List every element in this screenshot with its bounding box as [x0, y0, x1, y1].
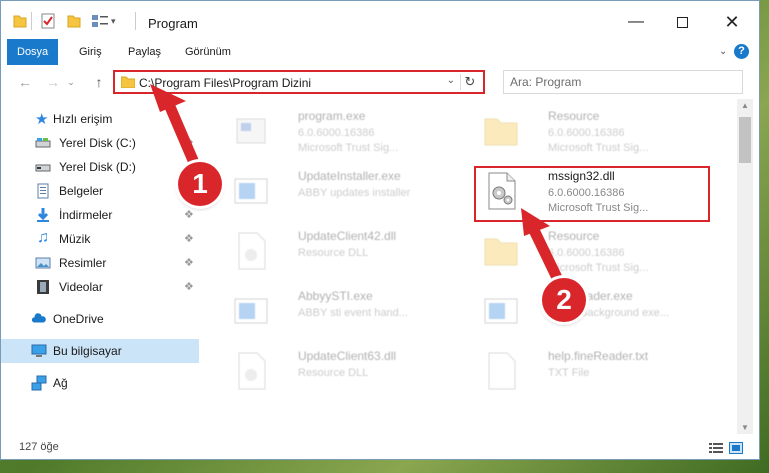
annotation-arrows — [150, 84, 566, 290]
step-badge-2: 2 — [542, 278, 586, 322]
step-badge-1: 1 — [178, 162, 222, 206]
